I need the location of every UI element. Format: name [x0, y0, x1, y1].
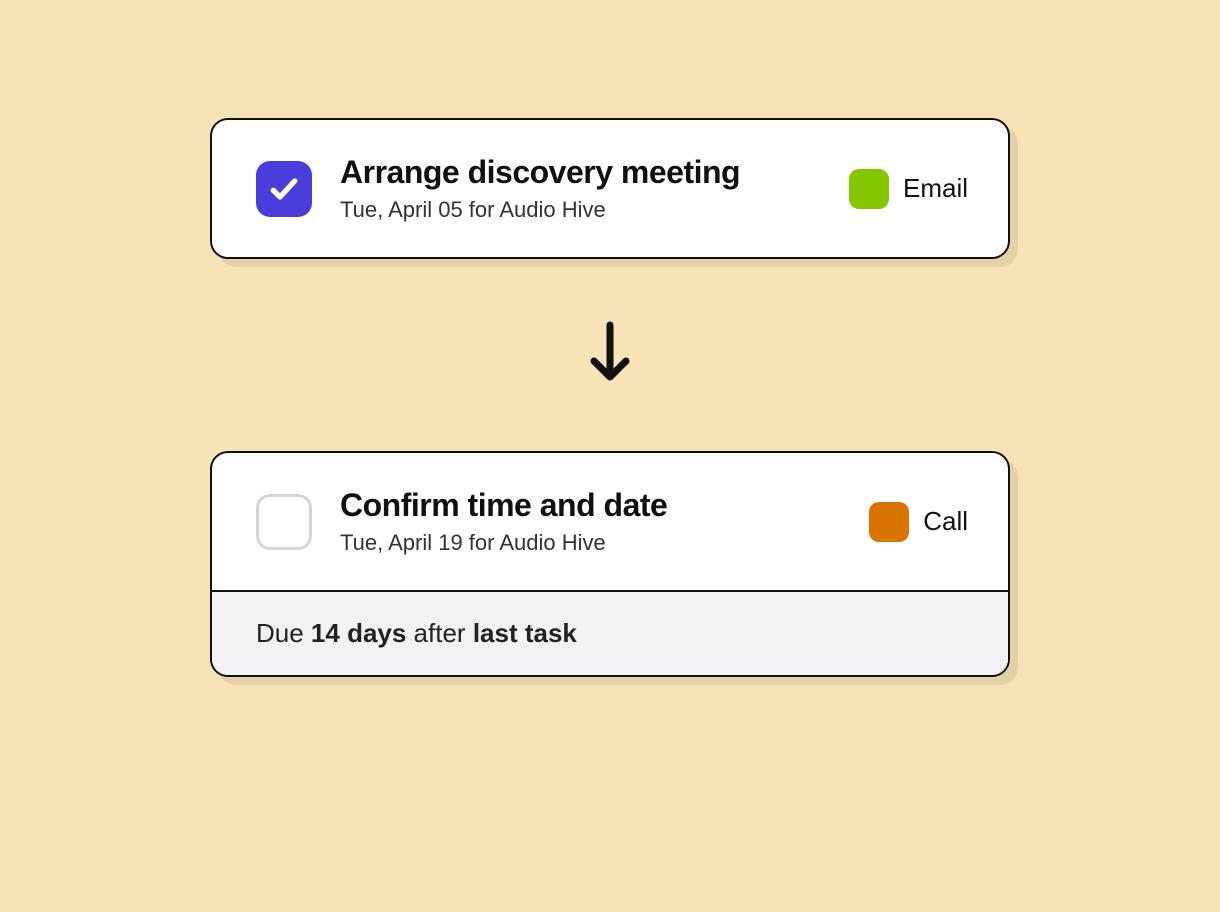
tag-swatch-email: [849, 169, 889, 209]
due-text-duration: 14 days: [311, 618, 406, 648]
tag-label: Call: [923, 506, 968, 537]
due-text-suffix: last task: [473, 618, 577, 648]
check-icon: [268, 173, 300, 205]
task-text: Arrange discovery meeting Tue, April 05 …: [340, 154, 849, 223]
tag-swatch-call: [869, 502, 909, 542]
due-strip: Due 14 days after last task: [212, 590, 1008, 675]
due-text-prefix: Due: [256, 618, 311, 648]
task-text: Confirm time and date Tue, April 19 for …: [340, 487, 869, 556]
arrow-down-icon: [586, 321, 634, 385]
task-tag[interactable]: Email: [849, 169, 968, 209]
task-card-body: Arrange discovery meeting Tue, April 05 …: [212, 120, 1008, 257]
task-title: Confirm time and date: [340, 487, 869, 524]
flow-arrow: [586, 321, 634, 385]
task-title: Arrange discovery meeting: [340, 154, 849, 191]
task-subtitle: Tue, April 19 for Audio Hive: [340, 530, 869, 556]
tag-label: Email: [903, 173, 968, 204]
due-text-mid: after: [406, 618, 472, 648]
task-card[interactable]: Arrange discovery meeting Tue, April 05 …: [210, 118, 1010, 259]
task-tag[interactable]: Call: [869, 502, 968, 542]
task-checkbox-checked[interactable]: [256, 161, 312, 217]
task-checkbox-unchecked[interactable]: [256, 494, 312, 550]
task-card-body: Confirm time and date Tue, April 19 for …: [212, 453, 1008, 590]
task-subtitle: Tue, April 05 for Audio Hive: [340, 197, 849, 223]
task-card[interactable]: Confirm time and date Tue, April 19 for …: [210, 451, 1010, 677]
